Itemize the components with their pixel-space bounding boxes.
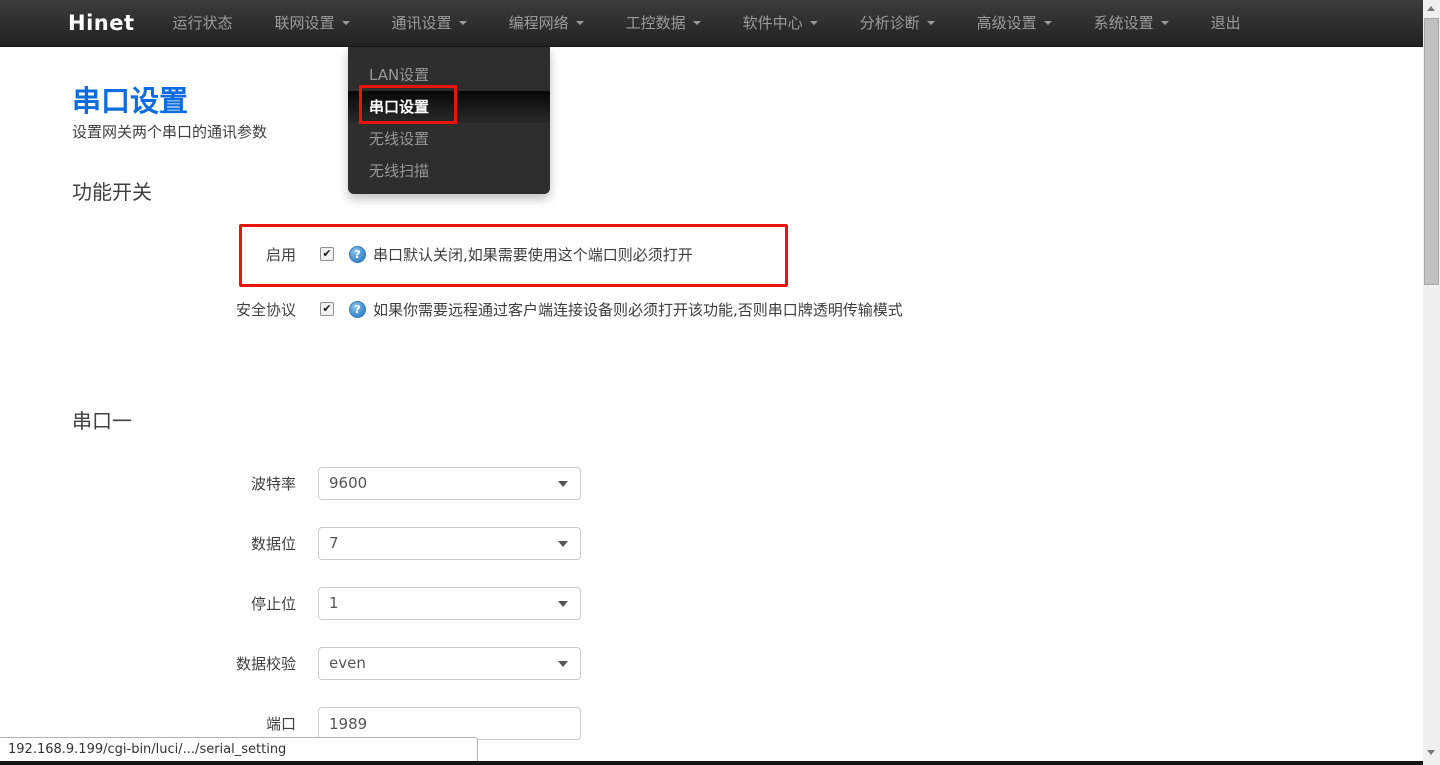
chevron-down-icon xyxy=(558,601,568,607)
parity-value: even xyxy=(329,654,366,672)
nav-item-analysis-diagnosis[interactable]: 分析诊断 xyxy=(839,0,956,47)
port-row: 端口 xyxy=(0,707,581,740)
chevron-down-icon xyxy=(341,21,350,25)
baud-rate-value: 9600 xyxy=(329,474,368,492)
scrollbar-thumb[interactable] xyxy=(1424,18,1439,285)
chevron-down-icon xyxy=(558,541,568,547)
navbar: Hinet 运行状态 联网设置 通讯设置 编程网络 工控数据 软件中心 分析诊断… xyxy=(0,0,1423,47)
triangle-down-icon xyxy=(1427,750,1435,755)
stop-bits-label: 停止位 xyxy=(250,595,296,613)
parity-select[interactable]: even xyxy=(318,647,581,680)
dropdown-item-wireless-scan[interactable]: 无线扫描 xyxy=(348,155,550,187)
chevron-down-icon xyxy=(692,21,701,25)
baud-rate-label: 波特率 xyxy=(250,475,296,493)
scroll-up-button[interactable] xyxy=(1423,0,1440,17)
data-bits-value: 7 xyxy=(329,534,339,552)
chevron-down-icon xyxy=(1043,21,1052,25)
nav-item-system-settings[interactable]: 系统设置 xyxy=(1073,0,1190,47)
navbar-menu: 运行状态 联网设置 通讯设置 编程网络 工控数据 软件中心 分析诊断 高级设置 … xyxy=(152,0,1262,47)
dropdown-item-lan-settings[interactable]: LAN设置 xyxy=(348,59,550,91)
nav-item-advanced-settings[interactable]: 高级设置 xyxy=(956,0,1073,47)
chevron-down-icon xyxy=(558,481,568,487)
comm-settings-dropdown-menu: LAN设置 串口设置 无线设置 无线扫描 xyxy=(348,47,550,194)
enable-row: 启用 ✔ ? 串口默认关闭,如果需要使用这个端口则必须打开 xyxy=(0,244,693,264)
nav-item-comm-settings[interactable]: 通讯设置 xyxy=(371,0,488,47)
secure-protocol-checkbox[interactable]: ✔ xyxy=(320,302,334,316)
nav-item-industrial-data[interactable]: 工控数据 xyxy=(605,0,722,47)
screen: Hinet 运行状态 联网设置 通讯设置 编程网络 工控数据 软件中心 分析诊断… xyxy=(0,0,1440,765)
data-bits-row: 数据位 7 xyxy=(0,527,581,560)
chevron-down-icon xyxy=(1160,21,1169,25)
nav-item-programming-network[interactable]: 编程网络 xyxy=(488,0,605,47)
nav-item-network-settings[interactable]: 联网设置 xyxy=(254,0,371,47)
bottom-edge-strip xyxy=(0,761,1440,765)
port-input[interactable] xyxy=(318,707,581,740)
section-heading-serial-port-1: 串口一 xyxy=(72,409,132,433)
parity-row: 数据校验 even xyxy=(0,647,581,680)
stop-bits-row: 停止位 1 xyxy=(0,587,581,620)
baud-rate-row: 波特率 9600 xyxy=(0,467,581,500)
secure-protocol-label: 安全协议 xyxy=(235,300,296,319)
dropdown-item-serial-settings[interactable]: 串口设置 xyxy=(348,91,550,123)
stop-bits-value: 1 xyxy=(329,594,339,612)
vertical-scrollbar[interactable] xyxy=(1423,0,1440,765)
nav-item-logout[interactable]: 退出 xyxy=(1190,0,1262,47)
dropdown-item-wireless-settings[interactable]: 无线设置 xyxy=(348,123,550,155)
chevron-down-icon xyxy=(575,21,584,25)
page-subtitle: 设置网关两个串口的通讯参数 xyxy=(72,123,268,141)
triangle-up-icon xyxy=(1427,6,1435,11)
stop-bits-select[interactable]: 1 xyxy=(318,587,581,620)
page-title: 串口设置 xyxy=(72,84,189,118)
secure-protocol-help-text: 如果你需要远程通过客户端连接设备则必须打开该功能,否则串口牌透明传输模式 xyxy=(373,300,903,319)
chevron-down-icon xyxy=(458,21,467,25)
chevron-down-icon xyxy=(809,21,818,25)
nav-item-running-status[interactable]: 运行状态 xyxy=(152,0,254,47)
section-heading-function-switches: 功能开关 xyxy=(72,180,152,204)
chevron-down-icon xyxy=(926,21,935,25)
chevron-down-icon xyxy=(558,661,568,667)
brand-logo: Hinet xyxy=(68,11,135,35)
data-bits-select[interactable]: 7 xyxy=(318,527,581,560)
port-label: 端口 xyxy=(265,715,296,733)
enable-help-text: 串口默认关闭,如果需要使用这个端口则必须打开 xyxy=(373,245,693,264)
help-icon: ? xyxy=(349,245,366,263)
baud-rate-select[interactable]: 9600 xyxy=(318,467,581,500)
scroll-down-button[interactable] xyxy=(1423,744,1440,761)
browser-status-url: 192.168.9.199/cgi-bin/luci/.../serial_se… xyxy=(0,737,478,762)
secure-protocol-row: 安全协议 ✔ ? 如果你需要远程通过客户端连接设备则必须打开该功能,否则串口牌透… xyxy=(0,299,903,319)
parity-label: 数据校验 xyxy=(235,655,296,673)
nav-item-software-center[interactable]: 软件中心 xyxy=(722,0,839,47)
data-bits-label: 数据位 xyxy=(250,535,296,553)
enable-checkbox[interactable]: ✔ xyxy=(320,247,334,261)
help-icon: ? xyxy=(349,300,366,318)
enable-label: 启用 xyxy=(265,245,296,264)
